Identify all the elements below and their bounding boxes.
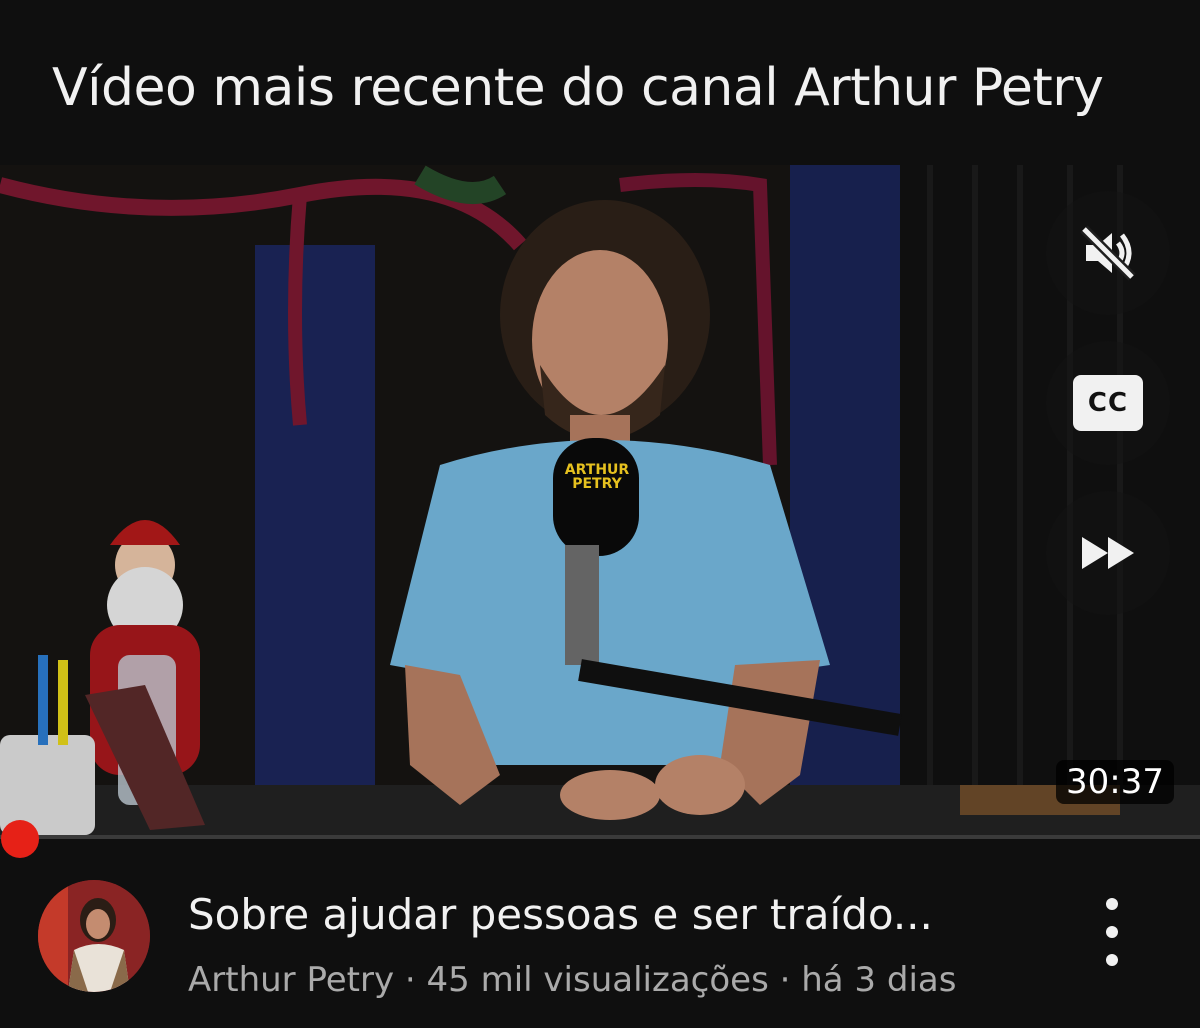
avatar-image <box>38 880 150 992</box>
channel-avatar[interactable] <box>38 880 150 992</box>
captions-button[interactable]: CC <box>1046 341 1170 465</box>
volume-muted-icon <box>1080 225 1136 281</box>
progress-bar[interactable] <box>0 835 1200 839</box>
video-title[interactable]: Sobre ajudar pessoas e ser traído... <box>188 890 1008 939</box>
microphone-logo: ARTHUR PETRY <box>564 462 630 492</box>
channel-name[interactable]: Arthur Petry <box>188 960 394 1000</box>
video-info[interactable]: Sobre ajudar pessoas e ser traído... Art… <box>0 860 1200 1028</box>
meta-separator: · <box>404 960 416 1000</box>
fast-forward-icon <box>1082 537 1134 569</box>
fast-forward-button[interactable] <box>1046 491 1170 615</box>
progress-scrubber[interactable] <box>1 820 39 858</box>
video-thumbnail <box>0 165 1200 835</box>
closed-captions-icon: CC <box>1073 375 1143 431</box>
mute-button[interactable] <box>1046 191 1170 315</box>
upload-age: há 3 dias <box>801 960 957 1000</box>
meta-separator: · <box>779 960 791 1000</box>
video-meta: Arthur Petry · 45 mil visualizações · há… <box>188 960 956 1000</box>
video-player[interactable]: ARTHUR PETRY CC 30:37 <box>0 165 1200 835</box>
more-options-button[interactable] <box>1090 890 1134 974</box>
duration-badge: 30:37 <box>1056 760 1174 804</box>
view-count: 45 mil visualizações <box>426 960 769 1000</box>
more-vertical-icon <box>1106 898 1118 910</box>
section-title: Vídeo mais recente do canal Arthur Petry <box>52 58 1104 118</box>
